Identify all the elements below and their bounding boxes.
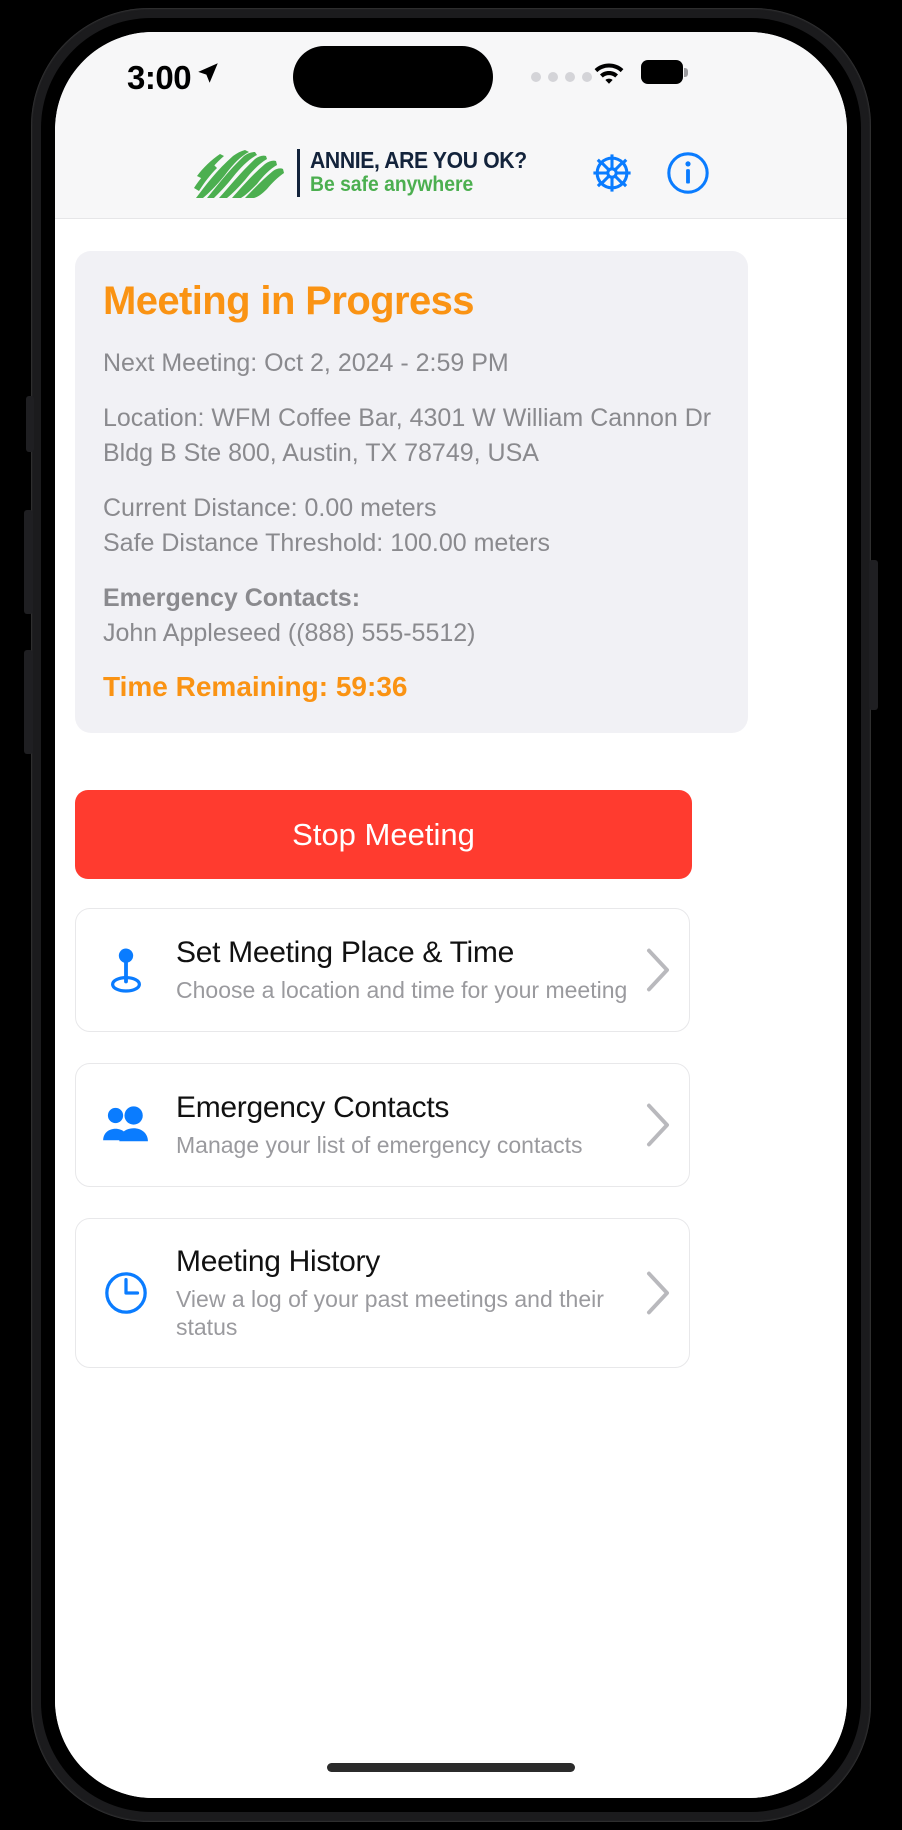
menu-item-subtitle: View a log of your past meetings and the…	[176, 1285, 604, 1341]
emergency-contact-entry: John Appleseed ((888) 555-5512)	[103, 619, 476, 647]
brand-divider	[296, 149, 300, 197]
phone-screen: 3:00 ANNIE, ARE YOU OK? Be safe anywhere…	[55, 32, 847, 1798]
app-title: ANNIE, ARE YOU OK?	[309, 146, 527, 173]
chevron-right-icon	[646, 1271, 669, 1315]
menu-item-subtitle: Manage your list of emergency contacts	[176, 1132, 583, 1159]
menu-item-text: Meeting History View a log of your past …	[154, 1244, 645, 1342]
power-button[interactable]	[869, 560, 878, 710]
brand-text: ANNIE, ARE YOU OK? Be safe anywhere	[309, 146, 546, 199]
dynamic-island	[293, 46, 493, 108]
clock-icon	[98, 1270, 154, 1316]
menu-item-set-meeting-place[interactable]: Set Meeting Place & Time Choose a locati…	[75, 908, 690, 1032]
wifi-icon	[594, 63, 624, 84]
location-arrow-icon	[198, 63, 218, 83]
current-distance-line: Current Distance: 0.00 meters	[103, 493, 437, 522]
brand-block: ANNIE, ARE YOU OK? Be safe anywhere	[191, 146, 546, 200]
meeting-status-card: Meeting in Progress Next Meeting: Oct 2,…	[75, 251, 748, 733]
menu-item-title: Emergency Contacts	[176, 1091, 450, 1125]
menu-item-meeting-history[interactable]: Meeting History View a log of your past …	[75, 1218, 690, 1368]
time-remaining: Time Remaining: 59:36	[103, 670, 408, 702]
main-content: Meeting in Progress Next Meeting: Oct 2,…	[55, 219, 847, 1798]
status-time: 3:00	[127, 59, 192, 96]
next-meeting-group: Next Meeting: Oct 2, 2024 - 2:59 PM	[103, 346, 720, 382]
info-circle-icon[interactable]	[665, 150, 711, 196]
menu-item-title: Set Meeting Place & Time	[176, 936, 514, 970]
menu-item-text: Emergency Contacts Manage your list of e…	[154, 1090, 645, 1159]
chevron-right-icon	[646, 1103, 669, 1147]
status-bar: 3:00	[55, 32, 847, 128]
menu-item-title: Meeting History	[176, 1245, 380, 1279]
volume-up-button[interactable]	[24, 510, 33, 614]
menu-item-emergency-contacts[interactable]: Emergency Contacts Manage your list of e…	[75, 1063, 690, 1187]
people-group-icon	[98, 1105, 154, 1145]
battery-full-icon	[641, 60, 688, 84]
location-line: Location: WFM Coffee Bar, 4301 W William…	[103, 403, 712, 468]
map-pin-icon	[98, 946, 154, 994]
status-heading: Meeting in Progress	[103, 279, 475, 323]
location-group: Location: WFM Coffee Bar, 4301 W William…	[103, 401, 720, 472]
next-meeting-line: Next Meeting: Oct 2, 2024 - 2:59 PM	[103, 349, 509, 377]
emergency-contacts-label: Emergency Contacts:	[103, 583, 361, 612]
header-actions	[589, 150, 711, 196]
chevron-right-icon	[646, 948, 669, 992]
home-indicator[interactable]	[327, 1763, 575, 1772]
cellular-dots-icon	[531, 72, 592, 82]
app-tagline: Be safe anywhere	[309, 173, 473, 197]
app-header: ANNIE, ARE YOU OK? Be safe anywhere	[55, 128, 847, 219]
gear-icon[interactable]	[589, 150, 635, 196]
mute-switch[interactable]	[26, 396, 34, 452]
zebra-stripes-logo	[193, 150, 284, 198]
safe-distance-line: Safe Distance Threshold: 100.00 meters	[103, 529, 551, 557]
stop-meeting-button[interactable]: Stop Meeting	[75, 790, 692, 879]
volume-down-button[interactable]	[24, 650, 33, 754]
menu-item-text: Set Meeting Place & Time Choose a locati…	[154, 935, 645, 1004]
contacts-group: Emergency Contacts: John Appleseed ((888…	[103, 581, 720, 652]
distance-group: Current Distance: 0.00 meters Safe Dista…	[103, 491, 720, 562]
menu-item-subtitle: Choose a location and time for your meet…	[176, 977, 628, 1004]
